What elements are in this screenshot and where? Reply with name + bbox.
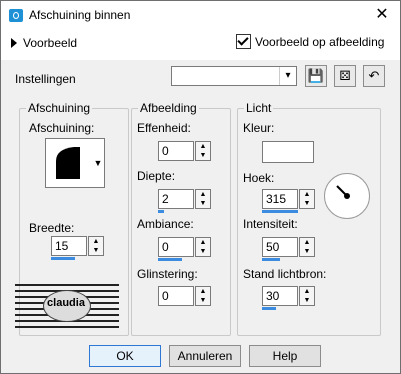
diepte-label: Diepte:: [137, 169, 176, 183]
diepte-spinner[interactable]: 2 ▲ ▼: [158, 189, 212, 213]
stand-lichtbron-slider-bar[interactable]: [262, 307, 276, 310]
ambiance-slider-bar[interactable]: [158, 258, 182, 261]
kleur-label: Kleur:: [243, 121, 275, 135]
hoek-input[interactable]: 315: [262, 189, 298, 209]
intensiteit-input[interactable]: 50: [262, 237, 298, 257]
ok-button[interactable]: OK: [89, 345, 161, 367]
spin-arrows-icon[interactable]: ▲ ▼: [88, 236, 104, 256]
glinstering-label: Glinstering:: [137, 267, 198, 281]
randomize-button[interactable]: ⚄: [334, 65, 356, 87]
shape-dropdown-arrow-icon[interactable]: ▼: [91, 138, 105, 188]
settings-bar: Instellingen ▾ 💾 ⚄ ↶: [1, 60, 400, 94]
preset-dropdown[interactable]: ▾: [171, 66, 297, 86]
preview-on-image-label: Voorbeeld op afbeelding: [255, 35, 385, 49]
preview-toggle-label: Voorbeeld: [23, 36, 78, 50]
reset-icon: ↶: [368, 68, 380, 83]
checkbox-checked-icon: [236, 34, 251, 49]
spin-arrows-icon[interactable]: ▲ ▼: [299, 237, 315, 257]
ambiance-input[interactable]: 0: [158, 237, 194, 257]
spin-arrows-icon[interactable]: ▲ ▼: [195, 189, 211, 209]
settings-label: Instellingen: [15, 72, 76, 86]
glinstering-spinner[interactable]: 0 ▲ ▼: [158, 286, 212, 306]
effenheid-label: Effenheid:: [137, 121, 191, 135]
stand-lichtbron-input[interactable]: 30: [262, 286, 298, 306]
width-slider-bar[interactable]: [51, 257, 75, 260]
light-color-swatch[interactable]: [262, 141, 314, 163]
title-bar: Afschuining binnen ✕: [1, 1, 400, 30]
hoek-label: Hoek:: [243, 171, 275, 185]
angle-needle-icon: [336, 185, 350, 199]
hoek-spinner[interactable]: 315 ▲ ▼: [262, 189, 316, 213]
effenheid-spinner[interactable]: 0 ▲ ▼: [158, 141, 212, 161]
spin-arrows-icon[interactable]: ▲ ▼: [195, 237, 211, 257]
width-label: Breedte:: [29, 221, 75, 235]
ambiance-spinner[interactable]: 0 ▲ ▼: [158, 237, 212, 261]
width-input[interactable]: 15: [51, 236, 87, 256]
glinstering-input[interactable]: 0: [158, 286, 194, 306]
group-afschuining-title: Afschuining: [26, 101, 93, 115]
bevel-shape-icon: [56, 147, 80, 179]
watermark-text: claudia: [47, 297, 85, 309]
expand-triangle-icon: [11, 38, 17, 48]
app-icon: [9, 9, 23, 22]
preview-bar: Voorbeeld Voorbeeld op afbeelding: [1, 30, 400, 60]
dialog-window: Afschuining binnen ✕ Voorbeeld Voorbeeld…: [0, 0, 401, 374]
diepte-input[interactable]: 2: [158, 189, 194, 209]
dice-icon: ⚄: [339, 68, 351, 83]
shape-label: Afschuining:: [29, 121, 95, 135]
effenheid-input[interactable]: 0: [158, 141, 194, 161]
save-preset-button[interactable]: 💾: [305, 65, 327, 87]
stand-lichtbron-label: Stand lichtbron:: [243, 267, 327, 281]
window-title: Afschuining binnen: [29, 8, 131, 22]
group-afbeelding-title: Afbeelding: [138, 101, 199, 115]
stand-lichtbron-spinner[interactable]: 30 ▲ ▼: [262, 286, 316, 310]
intensiteit-spinner[interactable]: 50 ▲ ▼: [262, 237, 316, 261]
preview-on-image-checkbox[interactable]: Voorbeeld op afbeelding: [236, 34, 384, 49]
width-spinner[interactable]: 15 ▲ ▼: [51, 236, 105, 260]
help-button[interactable]: Help: [249, 345, 321, 367]
preview-toggle[interactable]: Voorbeeld: [11, 36, 77, 50]
intensiteit-slider-bar[interactable]: [262, 258, 280, 261]
save-icon: 💾: [307, 68, 325, 83]
cancel-button[interactable]: Annuleren: [169, 345, 241, 367]
spin-arrows-icon[interactable]: ▲ ▼: [299, 189, 315, 209]
group-licht-title: Licht: [244, 101, 274, 115]
claudia-watermark: claudia: [15, 282, 119, 328]
reset-button[interactable]: ↶: [363, 65, 385, 87]
spin-arrows-icon[interactable]: ▲ ▼: [195, 141, 211, 161]
angle-dial[interactable]: [324, 173, 370, 219]
diepte-slider-bar[interactable]: [158, 210, 164, 213]
ambiance-label: Ambiance:: [137, 217, 194, 231]
hoek-slider-bar[interactable]: [262, 210, 298, 213]
spin-arrows-icon[interactable]: ▲ ▼: [299, 286, 315, 306]
chevron-down-icon[interactable]: ▾: [279, 67, 296, 85]
intensiteit-label: Intensiteit:: [243, 217, 298, 231]
spin-arrows-icon[interactable]: ▲ ▼: [195, 286, 211, 306]
close-icon[interactable]: ✕: [370, 5, 394, 25]
